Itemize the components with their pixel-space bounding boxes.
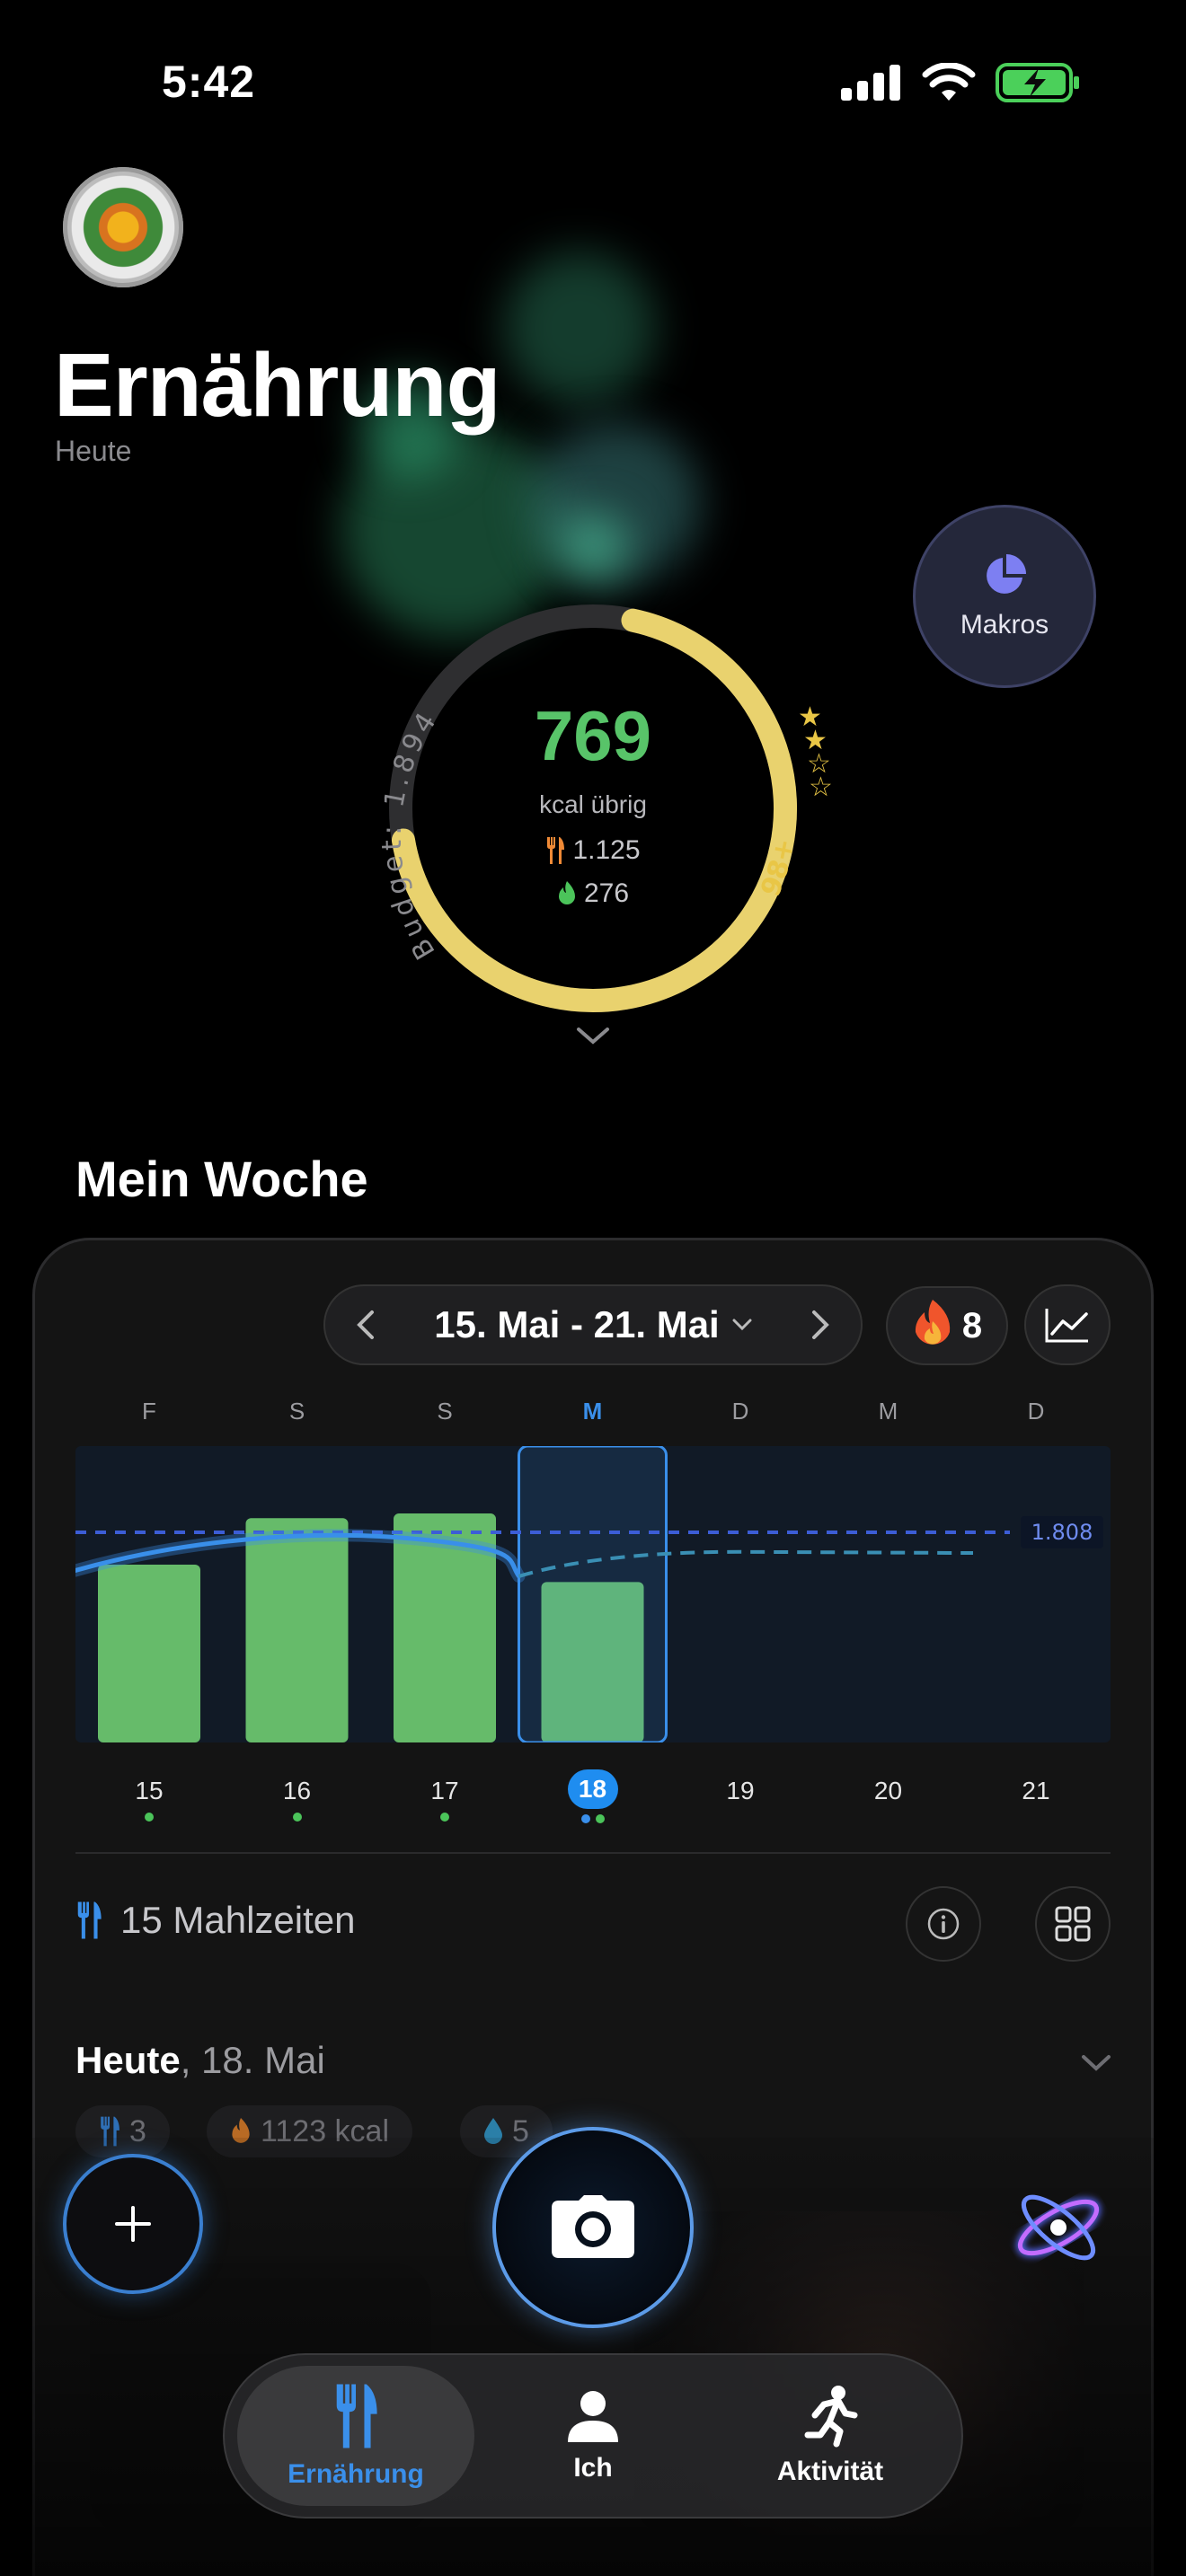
glow-decoration (503, 251, 656, 404)
day-letter: F (142, 1398, 156, 1425)
line-chart-icon (1045, 1309, 1088, 1343)
wifi-icon (922, 63, 976, 101)
grid-view-button[interactable] (1035, 1886, 1111, 1962)
ring-summary: 769 kcal übrig 1.125 276 (467, 701, 719, 909)
day-bar (98, 1565, 200, 1742)
atom-icon (1016, 2194, 1101, 2261)
today-label: Heute (75, 2039, 181, 2081)
logged-dot (580, 1814, 590, 1823)
tab-ernaehrung[interactable]: Ernährung (237, 2366, 474, 2506)
fork-knife-icon (77, 1901, 102, 1939)
logged-dot (595, 1814, 605, 1823)
day-letter: D (731, 1398, 749, 1425)
status-icons (841, 63, 1080, 102)
target-label: 1.808 (1031, 1520, 1093, 1545)
day-number[interactable]: 15 (122, 1777, 176, 1805)
fire-icon (915, 1300, 951, 1345)
burned-stat: 276 (467, 878, 719, 909)
info-icon (927, 1908, 960, 1940)
meals-count: 15 Mahlzeiten (120, 1899, 356, 1941)
selected-day-highlight (518, 1446, 668, 1742)
day-letter: M (878, 1398, 898, 1425)
meals-summary[interactable]: 15 Mahlzeiten (75, 1899, 356, 1942)
svg-text:98+: 98+ (755, 836, 801, 901)
status-time: 5:42 (162, 57, 256, 107)
svg-text:Budget: 1.894: Budget: 1.894 (376, 703, 445, 965)
chevron-left-icon[interactable] (356, 1309, 376, 1341)
today-date: , 18. Mai (180, 2039, 325, 2081)
fork-knife-icon (547, 837, 565, 864)
kcal-caption: kcal übrig (539, 790, 647, 818)
page-subtitle: Heute (55, 435, 132, 467)
tab-aktivitaet[interactable]: Aktivität (712, 2366, 949, 2506)
day-letter: S (288, 1398, 305, 1425)
day-number[interactable]: 19 (713, 1777, 767, 1805)
streak-count: 8 (961, 1305, 983, 1345)
add-button[interactable] (63, 2154, 203, 2294)
week-chart[interactable]: 1.808 (75, 1446, 1111, 1742)
day-number[interactable]: 16 (270, 1777, 324, 1805)
day-number[interactable]: 18 (567, 1769, 618, 1809)
date-range-selector[interactable]: 15. Mai - 21. Mai (323, 1284, 863, 1365)
chevron-right-icon[interactable] (810, 1309, 830, 1341)
tab-ich[interactable]: Ich (474, 2366, 712, 2506)
info-button[interactable] (906, 1886, 981, 1962)
day-number[interactable]: 20 (862, 1777, 916, 1805)
ai-assistant-button[interactable] (1005, 2174, 1112, 2281)
day-letter: M (582, 1398, 603, 1425)
day-number[interactable]: 17 (418, 1777, 472, 1805)
tab-label: Ernährung (288, 2459, 424, 2489)
logged-dot (440, 1813, 449, 1822)
stars-icon: ★ ★ ☆ ☆ (798, 702, 833, 802)
makros-label: Makros (960, 610, 1049, 640)
date-range-text: 15. Mai - 21. Mai (434, 1303, 720, 1345)
burned-kcal: 276 (583, 878, 630, 908)
today-header[interactable]: Heute, 18. Mai (75, 2039, 325, 2082)
battery-charging-icon (996, 63, 1079, 102)
camera-icon (552, 2195, 634, 2258)
grid-icon (1055, 1906, 1091, 1942)
tab-bar: Ernährung Ich Aktivität (223, 2353, 963, 2519)
running-figure-icon (804, 2386, 858, 2448)
week-title: Mein Woche (75, 1151, 368, 1207)
trend-chart-button[interactable] (1024, 1284, 1111, 1365)
pie-chart-icon (987, 554, 1026, 594)
logged-dot (145, 1813, 154, 1822)
budget-label: Budget: 1.894 (376, 703, 440, 965)
logged-dot (292, 1813, 302, 1822)
chevron-down-icon[interactable] (575, 1026, 611, 1047)
kcal-left: 769 (534, 696, 652, 775)
page-title: Ernährung (54, 335, 501, 436)
day-number[interactable]: 21 (1009, 1777, 1063, 1805)
day-letter: S (437, 1398, 453, 1425)
flame-icon (558, 881, 575, 904)
tab-label: Aktivität (776, 2457, 884, 2486)
day-bar (245, 1518, 349, 1742)
fork-knife-icon (336, 2384, 377, 2448)
target-label-box: 1.808 (1021, 1516, 1103, 1549)
avatar[interactable] (63, 167, 183, 287)
divider (75, 1852, 1111, 1854)
person-icon (568, 2391, 618, 2442)
makros-button[interactable]: Makros (913, 505, 1096, 688)
tab-label: Ich (573, 2453, 613, 2483)
chevron-down-icon (732, 1319, 752, 1331)
score-label: 98+ (755, 836, 801, 901)
camera-button[interactable] (492, 2127, 694, 2328)
streak-badge[interactable]: 8 (886, 1286, 1008, 1365)
cellular-signal-icon (841, 65, 900, 101)
food-stat: 1.125 (467, 835, 719, 866)
chevron-down-icon[interactable] (1080, 2053, 1112, 2073)
day-letter: D (1027, 1398, 1045, 1425)
food-kcal: 1.125 (572, 835, 641, 865)
plus-icon (115, 2206, 151, 2242)
